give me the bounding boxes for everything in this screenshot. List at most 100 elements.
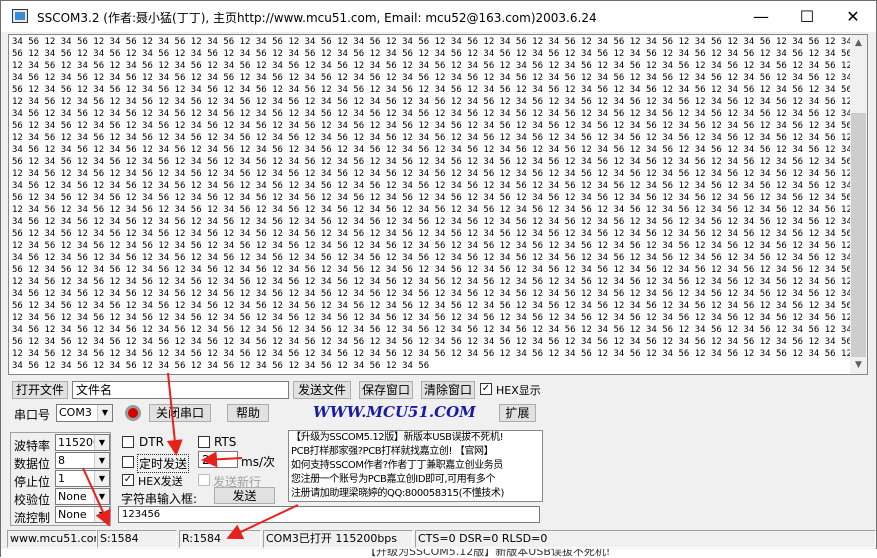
data-bits-select-value: 8 (58, 454, 65, 467)
receive-line: 56 12 34 56 12 34 56 12 34 56 12 34 56 1… (12, 157, 867, 167)
string-input-label: 字符串输入框: (121, 492, 198, 506)
receive-line: 12 34 56 12 34 56 12 34 56 12 34 56 12 3… (12, 133, 867, 143)
app-icon[interactable] (12, 9, 28, 23)
rts-checkbox[interactable] (198, 436, 210, 448)
maximize-button[interactable]: ☐ (784, 1, 830, 32)
filename-input[interactable]: 文件名 (72, 381, 289, 399)
clear-window-button[interactable]: 清除窗口 (421, 381, 475, 399)
stop-bits-select[interactable]: 1 ▼ (55, 470, 110, 487)
flow-control-select-value: None (58, 508, 87, 521)
receive-line: 12 34 56 12 34 56 12 34 56 12 34 56 12 3… (12, 97, 867, 107)
receive-line: 12 34 56 12 34 56 12 34 56 12 34 56 12 3… (12, 205, 867, 215)
site-logo[interactable]: WWW.MCU51.COM (313, 403, 476, 421)
status-port-state: COM3已打开 115200bps (263, 530, 413, 548)
receive-line: 34 56 12 34 56 12 34 56 12 34 56 12 34 5… (12, 109, 867, 119)
red-lamp-icon (128, 408, 138, 418)
receive-textarea[interactable]: 34 56 12 34 56 12 34 56 12 34 56 12 34 5… (8, 34, 868, 375)
save-window-button[interactable]: 保存窗口 (359, 381, 413, 399)
ad-line: PCB打样那家强?PCB打样就找嘉立创! 【官网】 (291, 446, 494, 457)
hex-display-checkbox[interactable]: ✓ (480, 383, 492, 395)
receive-line: 34 56 12 34 56 12 34 56 12 34 56 12 34 5… (12, 181, 867, 191)
receive-line: 12 34 56 12 34 56 12 34 56 12 34 56 12 3… (12, 61, 867, 71)
receive-line: 12 34 56 12 34 56 12 34 56 12 34 56 12 3… (12, 349, 867, 359)
receive-line: 56 12 34 56 12 34 56 12 34 56 12 34 56 1… (12, 49, 867, 59)
receive-line: 12 34 56 12 34 56 12 34 56 12 34 56 12 3… (12, 277, 867, 287)
chevron-down-icon: ▼ (94, 489, 109, 504)
send-button[interactable]: 发送 (214, 487, 275, 504)
interval-input[interactable]: 20 (198, 451, 238, 468)
send-input[interactable]: 123456 (118, 506, 540, 523)
chevron-down-icon: ▼ (94, 507, 109, 522)
ad-line: 【升级为SSCOM5.12版】新版本USB误拔不死机! (291, 432, 504, 443)
receive-line: 34 56 12 34 56 12 34 56 12 34 56 12 34 5… (12, 73, 867, 83)
flow-control-label: 流控制 (14, 511, 51, 525)
receive-line: 56 12 34 56 12 34 56 12 34 56 12 34 56 1… (12, 301, 867, 311)
chevron-down-icon: ▼ (94, 453, 109, 468)
extend-button[interactable]: 扩展 (499, 404, 536, 422)
hex-send-checkbox[interactable]: ✓ (122, 474, 134, 486)
rts-label: RTS (214, 435, 237, 449)
data-bits-select[interactable]: 8 ▼ (55, 452, 110, 469)
status-signals: CTS=0 DSR=0 RLSD=0 (415, 530, 876, 548)
receive-line: 56 12 34 56 12 34 56 12 34 56 12 34 56 1… (12, 85, 867, 95)
timed-send-label[interactable]: 定时发送 (137, 454, 190, 473)
receive-line: 34 56 12 34 56 12 34 56 12 34 56 12 34 5… (12, 253, 867, 263)
receive-line: 56 12 34 56 12 34 56 12 34 56 12 34 56 1… (12, 193, 867, 203)
receive-line: 12 34 56 12 34 56 12 34 56 12 34 56 12 3… (12, 169, 867, 179)
scroll-down-icon[interactable]: ▼ (850, 357, 867, 374)
receive-line: 56 12 34 56 12 34 56 12 34 56 12 34 56 1… (12, 337, 867, 347)
stop-bits-select-value: 1 (58, 472, 65, 485)
port-label: 串口号 (14, 408, 51, 422)
vertical-scrollbar[interactable]: ▲ ▼ (850, 35, 867, 374)
chevron-down-icon: ▼ (94, 471, 109, 486)
status-sent-count: S:1584 (97, 530, 177, 548)
scroll-up-icon[interactable]: ▲ (850, 35, 867, 52)
receive-line: 34 56 12 34 56 12 34 56 12 34 56 12 34 5… (12, 145, 867, 155)
stop-bits-label: 停止位 (14, 475, 51, 489)
hex-display-label: HEX显示 (496, 384, 541, 397)
open-file-button[interactable]: 打开文件 (12, 381, 68, 399)
window-title: SSCOM3.2 (作者:聂小猛(丁丁), 主页http://www.mcu51… (37, 11, 597, 25)
receive-line: 56 12 34 56 12 34 56 12 34 56 12 34 56 1… (12, 121, 867, 131)
hex-send-label: HEX发送 (138, 475, 183, 488)
receive-line: 34 56 12 34 56 12 34 56 12 34 56 12 34 5… (12, 325, 867, 335)
chevron-down-icon: ▼ (94, 435, 109, 450)
ad-line: 注册请加助理梁晓婷的QQ:800058315(不懂技术) (291, 488, 504, 499)
minimize-button[interactable]: — (738, 1, 784, 32)
port-status-lamp-icon (125, 405, 141, 421)
interval-unit-label: ms/次 (241, 455, 275, 469)
dtr-checkbox[interactable] (122, 436, 134, 448)
scrollbar-thumb[interactable] (851, 113, 866, 357)
timed-send-checkbox[interactable] (122, 456, 134, 468)
app-window: SSCOM3.2 (作者:聂小猛(丁丁), 主页http://www.mcu51… (0, 0, 877, 558)
chevron-down-icon: ▼ (97, 405, 112, 421)
parity-select-value: None (58, 490, 87, 503)
status-bar: www.mcu51.cor S:1584 R:1584 COM3已打开 1152… (1, 529, 876, 549)
receive-line: 12 34 56 12 34 56 12 34 56 12 34 56 12 3… (12, 241, 867, 251)
send-newline-checkbox[interactable] (198, 474, 210, 486)
port-select-value: COM3 (59, 406, 92, 419)
data-bits-label: 数据位 (14, 457, 51, 471)
ad-line: 如何支持SSCOM作者?作者丁丁兼职嘉立创业务员 (291, 460, 503, 471)
flow-control-select[interactable]: None ▼ (55, 506, 110, 523)
receive-content: 34 56 12 34 56 12 34 56 12 34 56 12 34 5… (12, 36, 867, 372)
close-port-button[interactable]: 关闭串口 (149, 404, 211, 422)
receive-line: 56 12 34 56 12 34 56 12 34 56 12 34 56 1… (12, 265, 867, 275)
receive-line: 12 34 56 12 34 56 12 34 56 12 34 56 12 3… (12, 313, 867, 323)
status-site: www.mcu51.cor (7, 530, 97, 548)
baud-select[interactable]: 115200 ▼ (55, 434, 110, 451)
receive-line: 34 56 12 34 56 12 34 56 12 34 56 12 34 5… (12, 361, 430, 371)
status-received-count: R:1584 (179, 530, 261, 548)
help-button[interactable]: 帮助 (227, 404, 269, 422)
dtr-label: DTR (139, 435, 164, 449)
port-select[interactable]: COM3 ▼ (56, 404, 113, 422)
receive-line: 56 12 34 56 12 34 56 12 34 56 12 34 56 1… (12, 229, 867, 239)
parity-label: 校验位 (14, 493, 51, 507)
parity-select[interactable]: None ▼ (55, 488, 110, 505)
title-bar[interactable]: SSCOM3.2 (作者:聂小猛(丁丁), 主页http://www.mcu51… (1, 1, 876, 32)
send-file-button[interactable]: 发送文件 (293, 381, 351, 399)
ad-panel[interactable]: 【升级为SSCOM5.12版】新版本USB误拔不死机! PCB打样那家强?PCB… (288, 430, 543, 502)
receive-line: 34 56 12 34 56 12 34 56 12 34 56 12 34 5… (12, 217, 867, 227)
ad-line: 您注册一个账号为PCB嘉立创ID即可,可用有多个 (291, 474, 496, 485)
close-button[interactable]: ✕ (830, 1, 876, 32)
